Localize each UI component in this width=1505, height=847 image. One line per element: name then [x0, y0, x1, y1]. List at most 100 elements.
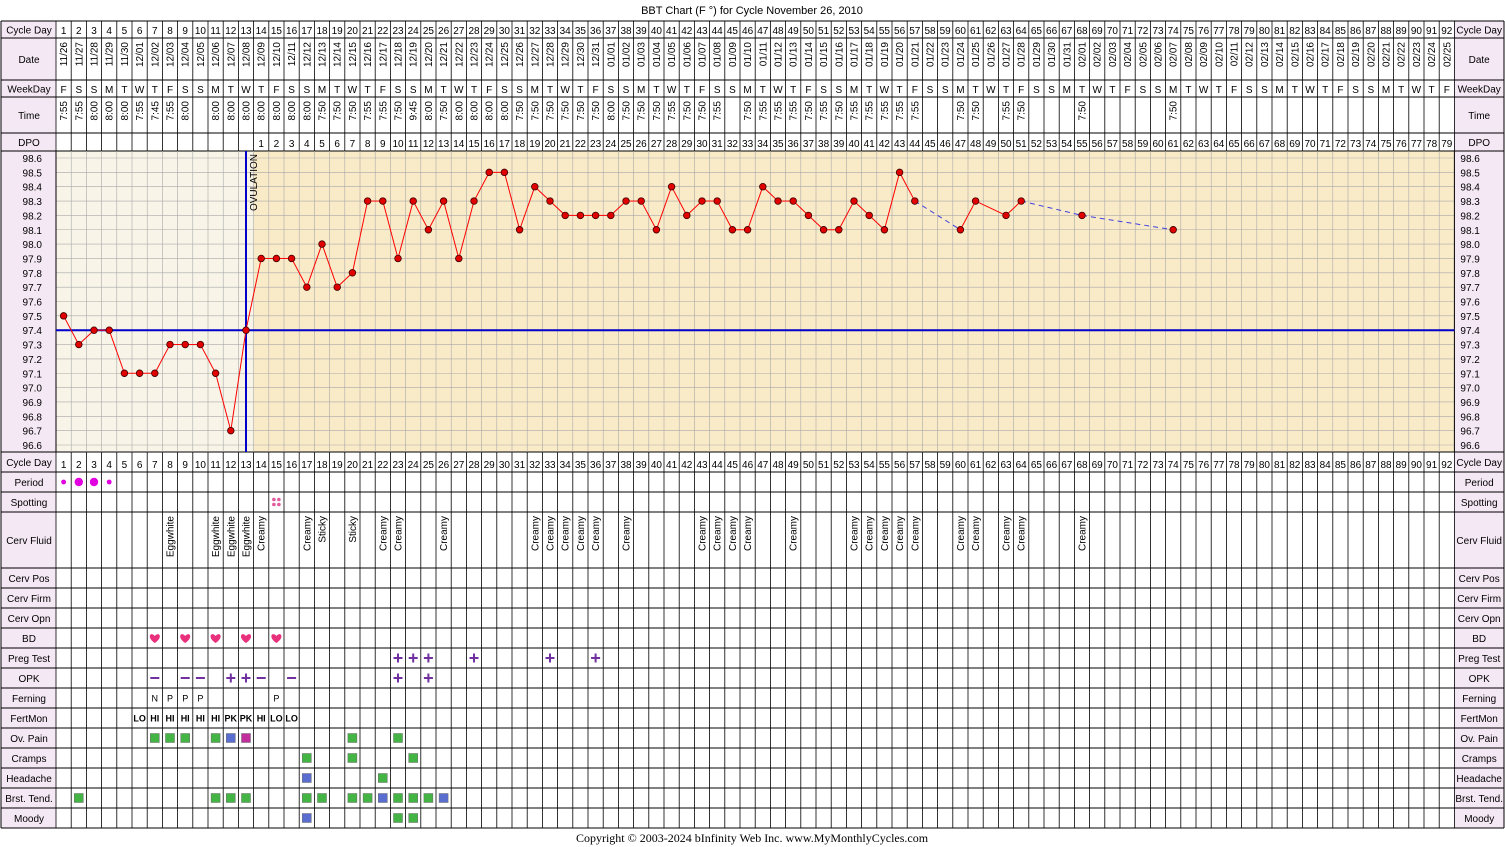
copyright-footer[interactable]: Copyright © 2003-2024 bInfinity Web Inc.…: [576, 831, 929, 845]
cycle-day-number: 25: [423, 460, 435, 471]
time-cell: 8:00: [90, 101, 101, 121]
moody-box: [408, 813, 418, 823]
cerv-fluid-cell: Creamy: [743, 516, 754, 551]
cycle-day-number: 11: [210, 460, 221, 471]
weekday-cell: S: [91, 85, 98, 96]
time-cell: 7:50: [1078, 101, 1089, 121]
cycle-day-number: 52: [833, 460, 845, 471]
symptom-label: Cerv Opn: [8, 614, 51, 625]
cycle-day-number: 39: [636, 26, 648, 37]
cycle-day-number: 28: [468, 26, 480, 37]
weekday-cell: W: [1305, 85, 1315, 96]
cycle-day-number: 20: [347, 26, 359, 37]
cycle-day-number: 9: [182, 26, 188, 37]
temp-point: [424, 226, 433, 234]
time-cell: 7:55: [667, 101, 678, 121]
cycle-day-number: 79: [1244, 460, 1256, 471]
ov-pain-box: [226, 733, 236, 743]
date-cell: 12/27: [530, 42, 541, 67]
temp-point: [75, 340, 83, 349]
date-cell: 11/29: [105, 42, 116, 67]
temp-point: [333, 283, 341, 291]
time-cell: 8:00: [302, 101, 313, 121]
dpo-cell: 12: [423, 139, 435, 150]
cerv-fluid-cell: Eggwhite: [226, 516, 237, 558]
cycle-day-number: 62: [985, 26, 997, 37]
weekday-cell: T: [897, 85, 903, 96]
breast-tenderness-box: [241, 793, 251, 803]
cycle-day-number: 33: [544, 26, 556, 37]
dpo-cell: 57: [1107, 139, 1119, 150]
breast-tenderness-box: [347, 793, 358, 803]
time-cell: 7:50: [652, 101, 663, 121]
cycle-day-number: 49: [788, 460, 800, 471]
cycle-day-number: 53: [848, 460, 860, 471]
date-cell: 02/14: [1275, 42, 1286, 67]
weekday-cell: T: [1185, 85, 1191, 96]
weekday-cell: T: [471, 85, 477, 96]
cerv-fluid-cell: Creamy: [530, 516, 541, 551]
dpo-cell: 48: [970, 139, 982, 150]
breast-tenderness-box: [438, 793, 449, 803]
dpo-cell: 79: [1441, 139, 1453, 150]
weekday-label: WeekDay: [1458, 85, 1501, 96]
y-tick-label: 97.0: [23, 384, 43, 395]
cycle-day-number: 80: [1259, 26, 1271, 37]
y-tick-label: 97.4: [1460, 326, 1480, 337]
weekday-cell: S: [501, 85, 508, 96]
y-tick-label: 98.1: [1460, 226, 1480, 237]
symptom-label: Preg Test: [1458, 654, 1500, 665]
dpo-cell: 69: [1289, 139, 1301, 150]
y-tick-label: 96.9: [1460, 398, 1480, 409]
cycle-day-number: 27: [453, 26, 465, 37]
date-cell: 01/28: [1017, 42, 1028, 67]
ov-pain-box: [150, 733, 160, 743]
cycle-day-number: 26: [438, 460, 450, 471]
y-tick-label: 97.8: [23, 269, 43, 280]
cerv-fluid-cell: Creamy: [591, 516, 602, 551]
temp-point: [607, 211, 615, 220]
weekday-cell: S: [1246, 85, 1253, 96]
time-cell: 8:00: [500, 101, 511, 121]
date-cell: 12/04: [181, 42, 192, 67]
cycle-day-number: 86: [1350, 460, 1362, 471]
weekday-cell: S: [729, 85, 736, 96]
date-cell: 12/30: [576, 42, 587, 67]
weekday-cell: T: [441, 85, 447, 96]
time-cell: 7:50: [804, 101, 815, 121]
time-cell: 8:00: [470, 101, 481, 121]
cycle-day-number: 48: [772, 460, 784, 471]
weekday-cell: F: [61, 85, 67, 96]
temp-point: [303, 283, 311, 291]
weekday-cell: M: [1275, 85, 1283, 96]
date-cell: 02/15: [1290, 42, 1301, 67]
dpo-cell: 21: [560, 139, 572, 150]
weekday-cell: S: [410, 85, 417, 96]
cycle-day-number: 70: [1107, 26, 1119, 37]
cycle-day-number: 69: [1092, 26, 1104, 37]
time-cell: 9:45: [409, 101, 420, 121]
symptom-label: Cerv Pos: [1459, 574, 1500, 585]
time-cell: 7:45: [150, 101, 161, 121]
dpo-cell: 45: [924, 139, 936, 150]
weekday-cell: S: [942, 85, 949, 96]
date-cell: 12/01: [135, 42, 146, 67]
date-cell: 12/21: [439, 42, 450, 67]
weekday-cell: S: [75, 85, 82, 96]
temp-point: [759, 182, 767, 191]
dpo-cell: 52: [1031, 139, 1043, 150]
cycle-day-number: 43: [696, 26, 708, 37]
y-tick-label: 98.6: [23, 154, 43, 165]
symptom-label: Cerv Pos: [8, 574, 49, 585]
temp-point: [272, 254, 281, 263]
weekday-cell: M: [743, 85, 751, 96]
fertmon-cell: PK: [240, 714, 253, 724]
dpo-cell: 44: [909, 139, 921, 150]
dpo-cell: 78: [1426, 139, 1438, 150]
time-cell: 8:00: [242, 101, 253, 121]
temp-point: [835, 226, 843, 234]
date-cell: 12/24: [485, 42, 496, 67]
temp-point: [439, 197, 448, 205]
cycle-day-number: 35: [575, 26, 587, 37]
date-cell: 01/29: [1032, 42, 1043, 67]
